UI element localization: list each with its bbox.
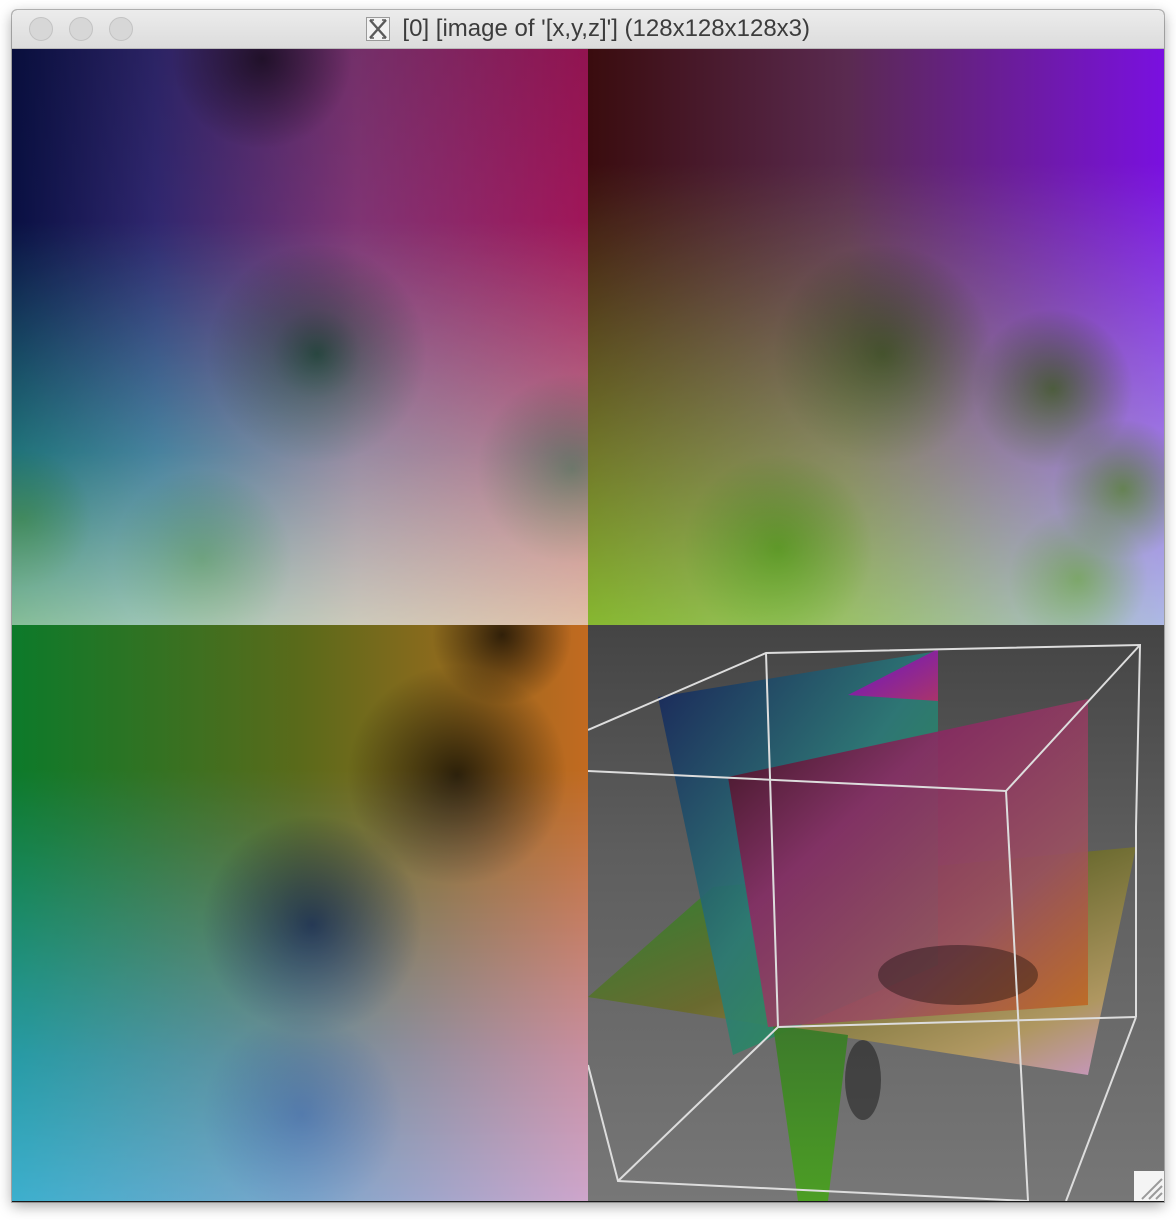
xy-slice-view[interactable] [12, 49, 588, 625]
3d-volume-render [588, 643, 1142, 1201]
window-title-text: [0] [image of '[x,y,z]'] (128x128x128x3) [402, 15, 811, 42]
image-viewer-window: [0] [image of '[x,y,z]'] (128x128x128x3) [12, 10, 1164, 1202]
3d-view[interactable] [588, 625, 1164, 1201]
image-display-area[interactable] [12, 49, 1164, 1202]
resize-grip-icon[interactable] [1134, 1171, 1164, 1201]
xz-slice-view[interactable] [588, 49, 1164, 625]
x11-icon [365, 17, 390, 41]
title-bar[interactable]: [0] [image of '[x,y,z]'] (128x128x128x3) [12, 10, 1164, 49]
lower-slice-plane [773, 1025, 848, 1201]
window-title: [0] [image of '[x,y,z]'] (128x128x128x3) [12, 15, 1164, 43]
yz-slice-view[interactable] [12, 625, 588, 1201]
